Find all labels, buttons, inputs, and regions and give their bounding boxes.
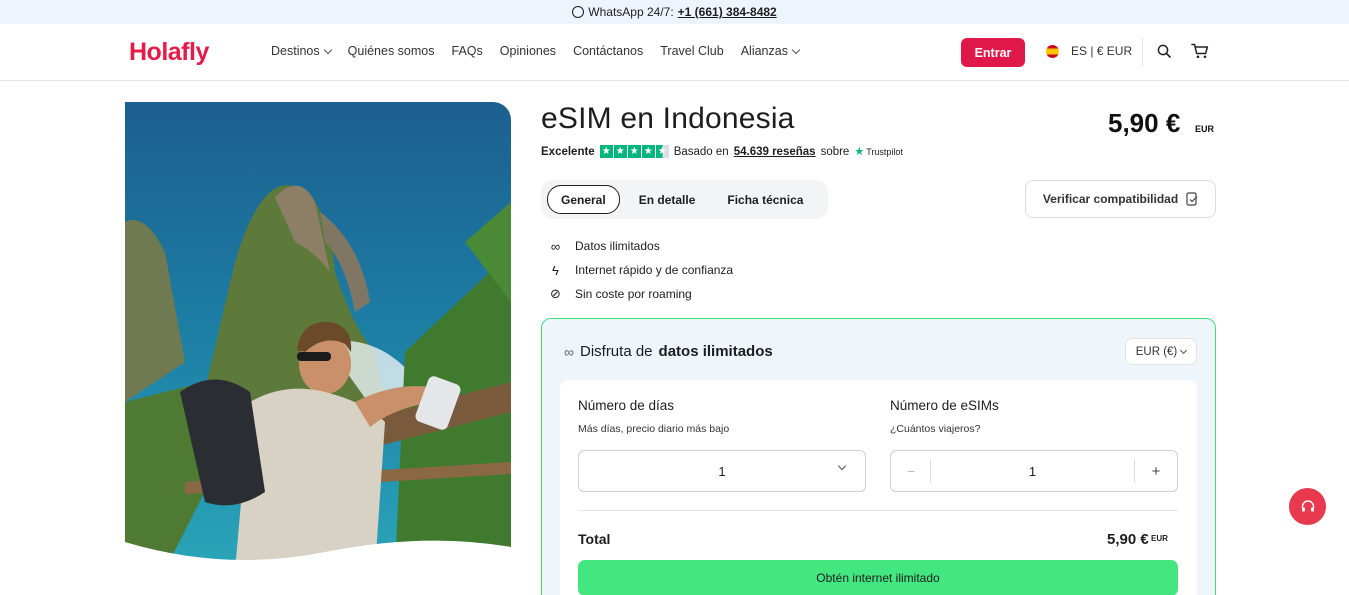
- nav-alianzas[interactable]: Alianzas: [740, 44, 801, 58]
- chat-support-button[interactable]: [1289, 488, 1326, 525]
- nav-faqs[interactable]: FAQs: [452, 44, 483, 58]
- nav-label: Quiénes somos: [347, 44, 435, 58]
- feature-item: ∞ Datos ilimitados: [548, 234, 733, 258]
- trustpilot-name: Trustpilot: [866, 146, 903, 157]
- nav-opiniones[interactable]: Opiniones: [500, 44, 556, 58]
- verify-compatibility-button[interactable]: Verificar compatibilidad: [1025, 180, 1216, 218]
- chevron-down-icon: [1180, 346, 1188, 354]
- no-roaming-icon: ⊘: [550, 286, 561, 301]
- nav-label: Destinos: [271, 44, 320, 58]
- main-nav: Destinos Quiénes somos FAQs Opiniones Co…: [271, 44, 816, 58]
- verify-label: Verificar compatibilidad: [1042, 192, 1179, 206]
- star-icon: ★: [641, 145, 655, 158]
- trustpilot-rating[interactable]: Excelente ★ ★ ★ ★ ★ Basado en 54.639 res…: [541, 145, 903, 158]
- cart-icon[interactable]: [1191, 43, 1209, 59]
- rating-based-on: Basado en: [673, 145, 729, 158]
- decrement-button[interactable]: −: [891, 451, 931, 491]
- feature-item: ⊘ Sin coste por roaming: [548, 282, 733, 306]
- star-icon: ★: [613, 145, 627, 158]
- tab-ficha-tecnica[interactable]: Ficha técnica: [714, 185, 816, 214]
- infinity-icon: ∞: [564, 343, 574, 360]
- nav-label: Contáctanos: [573, 44, 644, 58]
- locale-label: ES | € EUR: [1071, 44, 1133, 58]
- currency-select-value: EUR (€): [1135, 345, 1178, 358]
- whatsapp-icon: [572, 6, 585, 18]
- total-label: Total: [578, 531, 611, 547]
- total-value: 5,90 €: [1107, 531, 1149, 548]
- esims-stepper: − 1 +: [890, 450, 1178, 492]
- divider: [578, 510, 1178, 511]
- rating-on: sobre: [820, 145, 850, 158]
- star-half-icon: ★: [655, 145, 669, 158]
- tab-general[interactable]: General: [547, 185, 620, 214]
- increment-button[interactable]: +: [1135, 451, 1177, 491]
- get-internet-button[interactable]: Obtén internet ilimitado: [578, 560, 1178, 595]
- total-currency: EUR: [1151, 534, 1168, 543]
- rating-count-link[interactable]: 54.639 reseñas: [734, 146, 816, 158]
- product-price: 5,90 €: [1108, 108, 1181, 138]
- phone-check-icon: [1186, 192, 1198, 206]
- nav-quienes-somos[interactable]: Quiénes somos: [348, 44, 435, 58]
- plan-heading: ∞ Disfruta de datos ilimitados: [564, 343, 773, 360]
- chevron-down-icon: [837, 461, 847, 471]
- header-divider: [1142, 38, 1143, 66]
- feature-list: ∞ Datos ilimitados ϟ Internet rápido y d…: [548, 234, 733, 306]
- hero-image: [125, 102, 511, 570]
- login-button[interactable]: Entrar: [961, 38, 1025, 67]
- top-banner: WhatsApp 24/7: +1 (661) 384-8482: [0, 0, 1349, 24]
- nav-label: Travel Club: [660, 44, 724, 58]
- header: Holafly Destinos Quiénes somos FAQs Opin…: [0, 24, 1349, 81]
- spain-flag-icon: [1046, 44, 1059, 58]
- trustpilot-logo: ★ Trustpilot: [854, 145, 903, 158]
- feature-text: Sin coste por roaming: [575, 287, 692, 301]
- days-select-value: 1: [718, 463, 726, 479]
- lightning-icon: ϟ: [552, 262, 559, 278]
- infinity-icon: ∞: [550, 238, 561, 254]
- nav-contactanos[interactable]: Contáctanos: [573, 44, 643, 58]
- star-icon: ★: [627, 145, 641, 158]
- nav-label: Opiniones: [499, 44, 557, 58]
- rating-label: Excelente: [541, 145, 595, 158]
- whatsapp-label: WhatsApp 24/7:: [588, 5, 674, 19]
- headset-icon: [1301, 499, 1314, 511]
- days-sublabel: Más días, precio diario más bajo: [578, 423, 730, 435]
- feature-item: ϟ Internet rápido y de confianza: [548, 258, 733, 282]
- tab-en-detalle[interactable]: En detalle: [626, 185, 709, 214]
- plan-heading-prefix: Disfruta de: [579, 343, 653, 360]
- esims-sublabel: ¿Cuántos viajeros?: [890, 423, 981, 435]
- product-tabs: General En detalle Ficha técnica: [541, 180, 828, 219]
- nav-label: FAQs: [451, 44, 483, 58]
- product-title: eSIM en Indonesia: [541, 102, 795, 135]
- search-icon[interactable]: [1157, 44, 1171, 58]
- star-icon: ★: [599, 145, 613, 158]
- currency-select[interactable]: EUR (€): [1125, 338, 1197, 365]
- plan-options-card: Número de días Más días, precio diario m…: [560, 380, 1197, 595]
- locale-selector[interactable]: ES | € EUR: [1046, 44, 1132, 58]
- days-label: Número de días: [578, 398, 675, 413]
- plan-heading-bold: datos ilimitados: [658, 343, 773, 360]
- rating-stars: ★ ★ ★ ★ ★: [599, 145, 669, 158]
- trustpilot-star-icon: ★: [854, 146, 865, 158]
- days-select[interactable]: 1: [578, 450, 866, 492]
- chevron-down-icon: [323, 45, 332, 54]
- esims-stepper-value[interactable]: 1: [931, 451, 1134, 491]
- whatsapp-phone-link[interactable]: +1 (661) 384-8482: [678, 5, 777, 19]
- nav-destinos[interactable]: Destinos: [271, 44, 332, 58]
- holafly-logo[interactable]: Holafly: [129, 38, 209, 67]
- nav-label: Alianzas: [740, 44, 788, 58]
- chevron-down-icon: [791, 45, 801, 54]
- product-price-currency: EUR: [1195, 124, 1215, 134]
- nav-travel-club[interactable]: Travel Club: [660, 44, 723, 58]
- esims-label: Número de eSIMs: [890, 398, 999, 413]
- feature-text: Datos ilimitados: [575, 239, 660, 253]
- feature-text: Internet rápido y de confianza: [575, 263, 734, 277]
- plan-selector: ∞ Disfruta de datos ilimitados EUR (€) N…: [541, 318, 1216, 595]
